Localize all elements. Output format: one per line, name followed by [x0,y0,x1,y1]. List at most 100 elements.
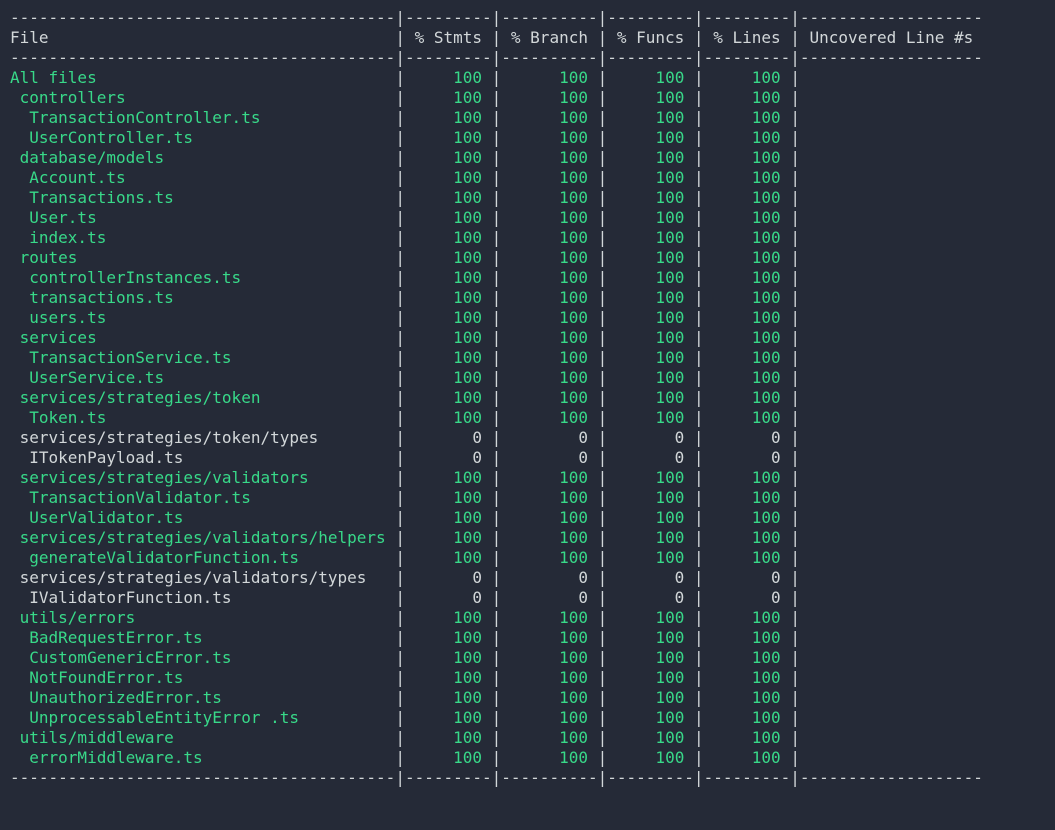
coverage-cell: Transactions.ts [10,188,395,207]
coverage-cell: 100 [405,408,492,427]
coverage-cell: 100 [405,328,492,347]
coverage-cell: 100 [704,548,791,567]
coverage-cell: 100 [704,708,791,727]
coverage-cell: 100 [405,208,492,227]
coverage-cell: 100 [501,108,597,127]
coverage-cell: controllerInstances.ts [10,268,395,287]
coverage-cell: 100 [501,288,597,307]
coverage-cell: 100 [501,188,597,207]
coverage-cell: 100 [704,608,791,627]
coverage-cell: 100 [607,548,694,567]
coverage-cell: 100 [607,208,694,227]
coverage-cell: 100 [704,128,791,147]
coverage-cell: 100 [501,308,597,327]
coverage-cell: 100 [704,388,791,407]
coverage-cell: 100 [704,628,791,647]
coverage-cell: 100 [607,408,694,427]
coverage-cell: 100 [405,228,492,247]
coverage-cell: UnprocessableEntityError .ts [10,708,395,727]
coverage-cell: 100 [607,68,694,87]
coverage-cell: UserService.ts [10,368,395,387]
coverage-cell: 100 [704,408,791,427]
coverage-cell: 100 [405,548,492,567]
coverage-cell: 100 [501,748,597,767]
coverage-cell: 100 [501,528,597,547]
coverage-cell: 100 [607,508,694,527]
coverage-cell: 100 [405,268,492,287]
coverage-cell: TransactionValidator.ts [10,488,395,507]
coverage-cell: transactions.ts [10,288,395,307]
coverage-cell: 100 [704,108,791,127]
coverage-cell: 100 [405,748,492,767]
coverage-cell: 100 [704,88,791,107]
coverage-cell: 100 [704,308,791,327]
coverage-cell: 100 [405,188,492,207]
coverage-cell: Account.ts [10,168,395,187]
coverage-cell: 100 [501,608,597,627]
coverage-cell: 100 [607,688,694,707]
coverage-cell: 100 [704,468,791,487]
coverage-cell: 100 [704,268,791,287]
coverage-cell: 100 [501,348,597,367]
coverage-cell: 100 [607,188,694,207]
coverage-cell: 100 [405,128,492,147]
coverage-cell: services/strategies/token [10,388,395,407]
coverage-cell: 100 [607,148,694,167]
coverage-cell: All files [10,68,395,87]
coverage-cell: 100 [405,688,492,707]
coverage-cell: 100 [704,688,791,707]
coverage-cell: 100 [704,328,791,347]
coverage-cell: User.ts [10,208,395,227]
coverage-cell: utils/middleware [10,728,395,747]
coverage-cell: NotFoundError.ts [10,668,395,687]
coverage-cell: 100 [405,528,492,547]
coverage-cell: 100 [405,628,492,647]
coverage-cell: Token.ts [10,408,395,427]
coverage-cell: 100 [704,288,791,307]
coverage-cell: CustomGenericError.ts [10,648,395,667]
coverage-cell: index.ts [10,228,395,247]
coverage-cell: 100 [501,148,597,167]
coverage-cell: 100 [607,748,694,767]
coverage-cell: 100 [704,748,791,767]
coverage-cell: 100 [607,88,694,107]
coverage-cell: 100 [501,228,597,247]
coverage-cell: 100 [704,208,791,227]
coverage-cell: 100 [501,168,597,187]
coverage-cell: utils/errors [10,608,395,627]
coverage-cell: 100 [501,328,597,347]
coverage-cell: services [10,328,395,347]
coverage-cell: 100 [607,528,694,547]
coverage-cell: 100 [405,508,492,527]
coverage-cell: 100 [501,268,597,287]
coverage-cell: 100 [704,368,791,387]
coverage-cell: controllers [10,88,395,107]
coverage-cell: 100 [405,728,492,747]
coverage-cell: 100 [501,68,597,87]
coverage-cell: UserController.ts [10,128,395,147]
coverage-cell: 100 [607,468,694,487]
coverage-cell: UserValidator.ts [10,508,395,527]
coverage-cell: 100 [405,348,492,367]
coverage-cell: 100 [607,628,694,647]
coverage-cell: 100 [501,728,597,747]
coverage-cell: 100 [405,168,492,187]
coverage-cell: 100 [704,668,791,687]
coverage-cell: 100 [405,488,492,507]
coverage-cell: 100 [501,248,597,267]
coverage-cell: BadRequestError.ts [10,628,395,647]
coverage-cell: 100 [501,688,597,707]
coverage-cell: 100 [405,308,492,327]
coverage-cell: 100 [405,608,492,627]
coverage-cell: 100 [607,288,694,307]
coverage-cell: 100 [501,208,597,227]
coverage-cell: 100 [501,468,597,487]
coverage-cell: 100 [607,668,694,687]
coverage-cell: 100 [607,368,694,387]
coverage-cell: 100 [607,388,694,407]
coverage-cell: 100 [405,468,492,487]
coverage-cell: TransactionService.ts [10,348,395,367]
coverage-cell: 100 [405,708,492,727]
coverage-cell: UnauthorizedError.ts [10,688,395,707]
coverage-cell: 100 [501,488,597,507]
